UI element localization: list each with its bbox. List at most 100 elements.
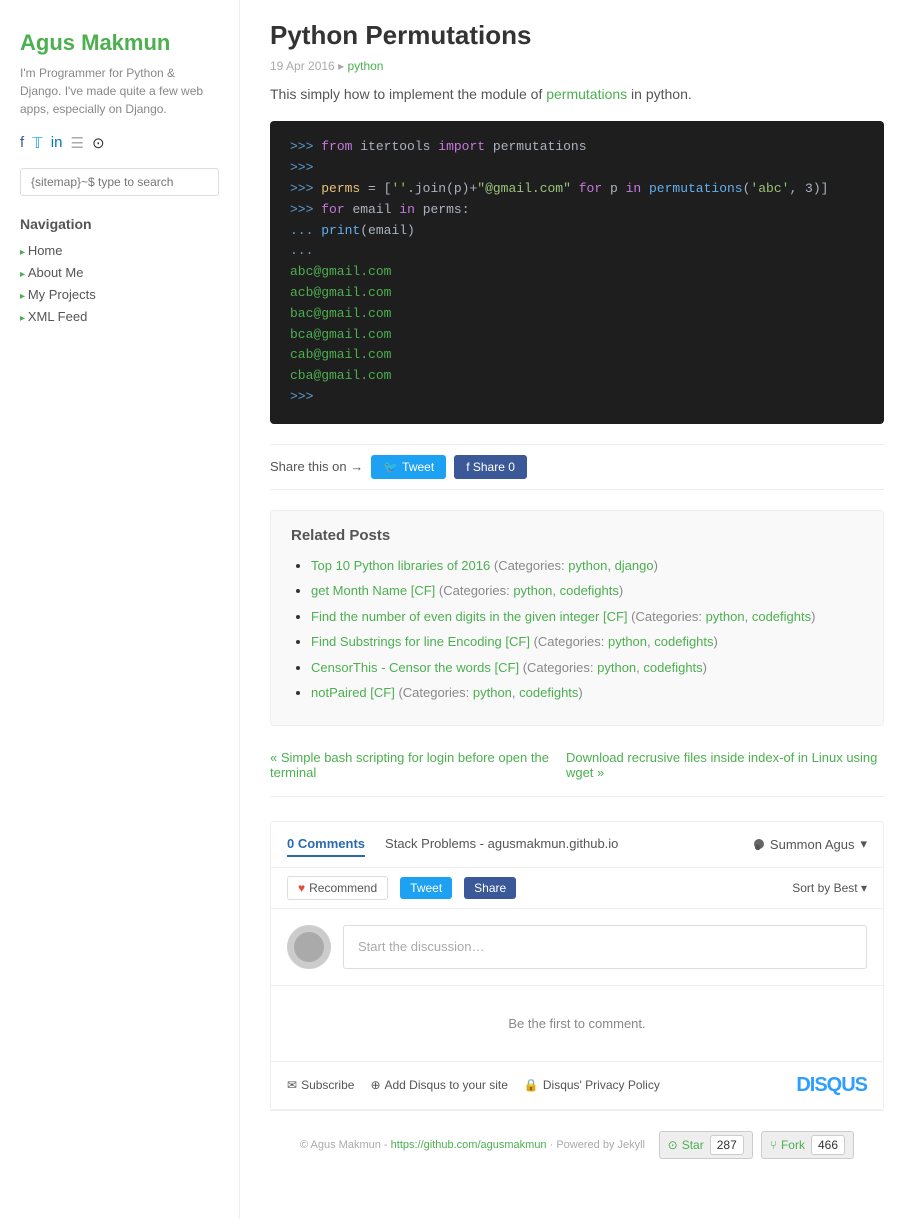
github-icon[interactable]: ⊙ xyxy=(92,134,105,152)
summon-label: Summon Agus xyxy=(770,837,855,852)
related-post-categories: (Categories: python, codefights) xyxy=(523,660,707,675)
sidebar-item-about[interactable]: About Me xyxy=(20,264,219,280)
related-post-link[interactable]: get Month Name [CF] xyxy=(311,583,435,598)
related-posts-section: Related Posts Top 10 Python libraries of… xyxy=(270,510,884,726)
list-item: Find the number of even digits in the gi… xyxy=(311,607,863,627)
subscribe-label: Subscribe xyxy=(301,1078,354,1092)
post-date: 19 Apr 2016 xyxy=(270,59,335,73)
list-item: get Month Name [CF] (Categories: python,… xyxy=(311,581,863,601)
add-disqus-icon: ⊕ xyxy=(370,1078,380,1092)
share-text: Share this on → xyxy=(270,459,363,474)
share-section: Share this on → 🐦 Tweet f Share 0 xyxy=(270,444,884,490)
tweet-button[interactable]: 🐦 Tweet xyxy=(371,455,446,479)
nav-title: Navigation xyxy=(20,216,219,232)
sidebar-nav: Home About Me My Projects XML Feed xyxy=(20,242,219,324)
sort-label: Sort by Best xyxy=(792,881,857,895)
sort-dropdown[interactable]: Sort by Best ▾ xyxy=(792,881,867,895)
related-post-categories: (Categories: python, codefights) xyxy=(534,634,718,649)
github-star-icon: ⊙ xyxy=(668,1138,678,1152)
site-footer: © Agus Makmun - https://github.com/agusm… xyxy=(270,1110,884,1179)
recommend-label: Recommend xyxy=(309,881,377,895)
add-disqus-label: Add Disqus to your site xyxy=(385,1078,508,1092)
github-buttons: ⊙ Star 287 ⑂ Fork 466 xyxy=(659,1131,854,1159)
fb-icon: f xyxy=(466,460,469,474)
next-post-link[interactable]: Download recrusive files inside index-of… xyxy=(566,750,884,780)
copyright-text: © Agus Makmun - xyxy=(300,1139,391,1151)
related-post-categories: (Categories: python, django) xyxy=(494,558,658,573)
post-intro: This simply how to implement the module … xyxy=(270,83,884,105)
related-post-categories: (Categories: python, codefights) xyxy=(631,609,815,624)
related-post-link[interactable]: CensorThis - Censor the words [CF] xyxy=(311,660,519,675)
privacy-link[interactable]: 🔒 Disqus' Privacy Policy xyxy=(524,1078,660,1092)
tweet-sm-label: Tweet xyxy=(410,881,442,895)
disqus-logo: DISQUS xyxy=(796,1074,867,1097)
author-name: Agus Makmun xyxy=(20,30,219,56)
recommend-button[interactable]: ♥ Recommend xyxy=(287,876,388,900)
disqus-actions: ♥ Recommend Tweet Share Sort by Best ▾ xyxy=(271,868,883,909)
fork-label: Fork xyxy=(781,1138,805,1152)
empty-text: Be the first to comment. xyxy=(508,1016,645,1031)
disqus-tweet-button[interactable]: Tweet xyxy=(400,877,452,899)
related-post-link[interactable]: Find Substrings for line Encoding [CF] xyxy=(311,634,530,649)
disqus-footer-left: ✉ Subscribe ⊕ Add Disqus to your site 🔒 … xyxy=(287,1078,660,1092)
sidebar-item-home[interactable]: Home xyxy=(20,242,219,258)
disqus-section: 0 Comments Stack Problems - agusmakmun.g… xyxy=(270,821,884,1110)
github-url-link[interactable]: https://github.com/agusmakmun xyxy=(391,1139,547,1151)
related-post-link[interactable]: notPaired [CF] xyxy=(311,685,395,700)
footer-copyright: © Agus Makmun - https://github.com/agusm… xyxy=(300,1139,645,1151)
post-title: Python Permutations xyxy=(270,20,884,51)
summon-chevron-icon: ▾ xyxy=(860,836,867,852)
fork-count: 466 xyxy=(811,1135,845,1155)
envelope-icon: ✉ xyxy=(287,1078,297,1092)
share-sm-label: Share xyxy=(474,881,506,895)
comment-input[interactable]: Start the discussion… xyxy=(343,925,867,969)
avatar xyxy=(287,925,331,969)
star-label: Star xyxy=(682,1138,704,1152)
add-disqus-link[interactable]: ⊕ Add Disqus to your site xyxy=(370,1078,507,1092)
search-input[interactable] xyxy=(20,168,219,196)
subscribe-link[interactable]: ✉ Subscribe xyxy=(287,1078,354,1092)
social-links: f 𝕋 in ☰ ⊙ xyxy=(20,134,219,152)
facebook-icon[interactable]: f xyxy=(20,134,24,152)
disqus-empty-state: Be the first to comment. xyxy=(271,986,883,1061)
star-count: 287 xyxy=(710,1135,744,1155)
main-content: Python Permutations 19 Apr 2016 ▸ python… xyxy=(240,0,914,1219)
twitter-icon[interactable]: 𝕋 xyxy=(32,134,43,152)
disqus-tabs: 0 Comments Stack Problems - agusmakmun.g… xyxy=(287,832,638,857)
tab-comments[interactable]: 0 Comments xyxy=(287,832,365,857)
list-item: Find Substrings for line Encoding [CF] (… xyxy=(311,632,863,652)
list-item: notPaired [CF] (Categories: python, code… xyxy=(311,683,863,703)
summon-button[interactable]: ● Summon Agus ▾ xyxy=(754,836,867,852)
github-star-button[interactable]: ⊙ Star 287 xyxy=(659,1131,753,1159)
list-item: Top 10 Python libraries of 2016 (Categor… xyxy=(311,556,863,576)
prev-post-link[interactable]: « Simple bash scripting for login before… xyxy=(270,750,566,780)
powered-by: · Powered by Jekyll xyxy=(550,1139,645,1151)
comment-placeholder: Start the discussion… xyxy=(358,939,484,954)
avatar-image xyxy=(294,932,324,962)
related-post-categories: (Categories: python, codefights) xyxy=(398,685,582,700)
related-post-link[interactable]: Find the number of even digits in the gi… xyxy=(311,609,628,624)
related-posts-title: Related Posts xyxy=(291,527,863,544)
disqus-share-button[interactable]: Share xyxy=(464,877,516,899)
disqus-footer: ✉ Subscribe ⊕ Add Disqus to your site 🔒 … xyxy=(271,1061,883,1109)
post-category[interactable]: python xyxy=(347,59,383,73)
github-fork-button[interactable]: ⑂ Fork 466 xyxy=(761,1131,854,1159)
linkedin-icon[interactable]: in xyxy=(51,134,63,152)
sidebar-item-projects[interactable]: My Projects xyxy=(20,286,219,302)
lock-icon: 🔒 xyxy=(524,1078,539,1092)
sort-chevron-icon: ▾ xyxy=(861,881,867,895)
permutations-link[interactable]: permutations xyxy=(546,86,627,102)
code-block: >>> from itertools import permutations >… xyxy=(270,121,884,423)
sidebar-item-xml[interactable]: XML Feed xyxy=(20,308,219,324)
related-post-categories: (Categories: python, codefights) xyxy=(439,583,623,598)
tab-stack-problems[interactable]: Stack Problems - agusmakmun.github.io xyxy=(385,832,618,857)
related-post-link[interactable]: Top 10 Python libraries of 2016 xyxy=(311,558,490,573)
feed-icon[interactable]: ☰ xyxy=(70,134,83,152)
fork-icon: ⑂ xyxy=(770,1138,777,1152)
fb-share-button[interactable]: f Share 0 xyxy=(454,455,527,479)
privacy-label: Disqus' Privacy Policy xyxy=(543,1078,660,1092)
comment-area: Start the discussion… xyxy=(271,909,883,986)
heart-icon: ♥ xyxy=(298,881,305,895)
post-navigation: « Simple bash scripting for login before… xyxy=(270,750,884,797)
list-item: CensorThis - Censor the words [CF] (Cate… xyxy=(311,658,863,678)
